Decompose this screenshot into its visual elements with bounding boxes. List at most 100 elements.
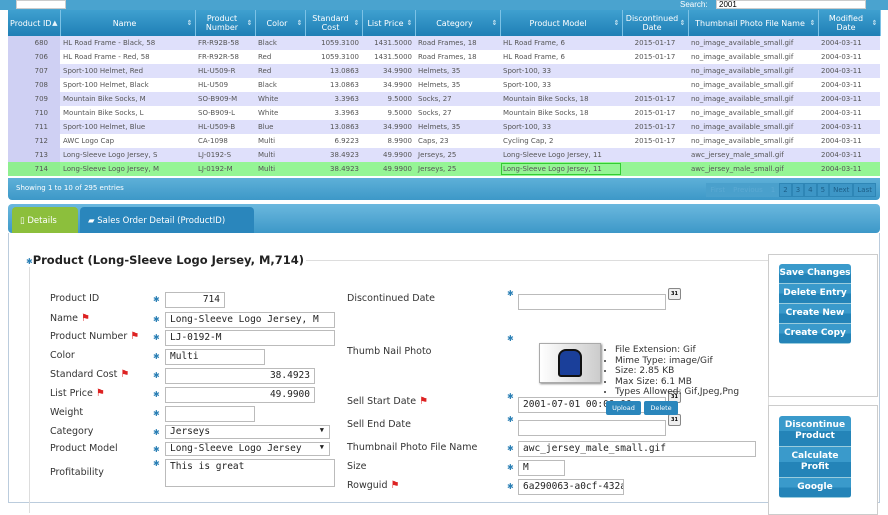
table-cell: 2004-03-11: [818, 106, 880, 120]
column-header[interactable]: List Price ⇕: [362, 10, 416, 36]
rowguid-input[interactable]: 6a290063-a0cf-432a: [518, 479, 624, 495]
column-header[interactable]: Thumbnail Photo File Name ⇕: [688, 10, 819, 36]
table-row[interactable]: 711 Sport-100 Helmet, Blue HL-U509-B Blue 13…: [8, 120, 880, 134]
page-button[interactable]: 4: [804, 183, 817, 197]
gear-icon[interactable]: ✱: [153, 315, 160, 324]
page-button[interactable]: Previous: [729, 183, 767, 197]
column-header[interactable]: Color ⇕: [255, 10, 306, 36]
delete-photo-button[interactable]: Delete: [644, 401, 678, 415]
gear-icon[interactable]: ✱: [153, 333, 160, 342]
table-row[interactable]: 709 Mountain Bike Socks, M SO-B909-M White 3…: [8, 92, 880, 106]
weight-input[interactable]: [165, 406, 255, 422]
search-input[interactable]: [716, 0, 866, 9]
column-header[interactable]: Name ⇕: [60, 10, 196, 36]
name-input[interactable]: Long-Sleeve Logo Jersey, M: [165, 312, 335, 328]
table-cell: 2004-03-11: [818, 120, 880, 134]
delete-entry-button[interactable]: Delete Entry: [779, 284, 851, 304]
table-cell: 2015-01-17: [622, 134, 688, 148]
page-length-input[interactable]: [16, 0, 66, 9]
table-cell: Multi: [255, 148, 305, 162]
gear-icon[interactable]: ✱: [507, 334, 514, 343]
gear-icon[interactable]: ✱: [507, 482, 514, 491]
calendar-icon[interactable]: 31: [668, 414, 681, 426]
page-button[interactable]: 2: [779, 183, 792, 197]
discontinued_date-input[interactable]: [518, 294, 666, 310]
category-select[interactable]: Jerseys ▼: [165, 425, 330, 439]
table-row[interactable]: 680 HL Road Frame - Black, 58 FR-R92B-58 Bl…: [8, 36, 880, 50]
table-row[interactable]: 714 Long-Sleeve Logo Jersey, M LJ-0192-M Mu…: [8, 162, 880, 176]
gear-icon[interactable]: ✱: [153, 409, 160, 418]
table-cell: Socks, 27: [415, 106, 500, 120]
page-button[interactable]: 3: [791, 183, 805, 197]
table-cell: Sport-100, 33: [500, 64, 622, 78]
list_price-input[interactable]: 49.9900: [165, 387, 315, 403]
gear-icon[interactable]: ✱: [153, 459, 160, 468]
gear-icon[interactable]: ✱: [153, 428, 160, 437]
page-button[interactable]: Next: [829, 183, 854, 197]
table-row[interactable]: 706 HL Road Frame - Red, 58 FR-R92R-58 Red 1…: [8, 50, 880, 64]
table-row[interactable]: 710 Mountain Bike Socks, L SO-B909-L White 3…: [8, 106, 880, 120]
profitability-textarea[interactable]: This is great: [165, 459, 335, 487]
save-changes-button[interactable]: Save Changes: [779, 264, 851, 284]
table-row[interactable]: 713 Long-Sleeve Logo Jersey, S LJ-0192-S Mu…: [8, 148, 880, 162]
column-header[interactable]: Product Model ⇕: [500, 10, 623, 36]
calculate-profit-button[interactable]: Calculate Profit: [779, 447, 851, 478]
calendar-icon[interactable]: 31: [668, 288, 681, 300]
table-cell: no_image_available_small.gif: [688, 92, 818, 106]
table-row[interactable]: 712 AWC Logo Cap CA-1098 Multi 6.9223 8.9900 C…: [8, 134, 880, 148]
column-header[interactable]: Modified Date ⇕: [818, 10, 881, 36]
page-button[interactable]: Last: [853, 183, 876, 197]
table-cell: Jerseys, 25: [415, 162, 500, 176]
discontinue-product-button[interactable]: Discontinue Product: [779, 416, 851, 447]
create-copy-button[interactable]: Create Copy: [779, 324, 851, 344]
standard_cost-input[interactable]: 38.4923: [165, 368, 315, 384]
column-header[interactable]: Product Number ⇕: [195, 10, 256, 36]
table-cell: [622, 148, 688, 162]
create-new-button[interactable]: Create New: [779, 304, 851, 324]
table-cell: 707: [8, 64, 60, 78]
column-header[interactable]: Standard Cost ⇕: [305, 10, 363, 36]
gear-icon[interactable]: ✱: [507, 444, 514, 453]
gear-icon[interactable]: ✱: [507, 289, 514, 298]
table-cell: Sport-100, 33: [500, 78, 622, 92]
gear-icon[interactable]: ✱: [153, 352, 160, 361]
table-cell: Mountain Bike Socks, M: [60, 92, 195, 106]
table-cell: Helmets, 35: [415, 78, 500, 92]
table-row[interactable]: 707 Sport-100 Helmet, Red HL-U509-R Red 13.0…: [8, 64, 880, 78]
gear-icon[interactable]: ✱: [153, 371, 160, 380]
thumb_file-input[interactable]: awc_jersey_male_small.gif: [518, 441, 756, 457]
table-cell: no_image_available_small.gif: [688, 78, 818, 92]
upload-button[interactable]: Upload: [606, 401, 641, 415]
gear-icon[interactable]: ✱: [153, 295, 160, 304]
table-cell: LJ-0192-S: [195, 148, 255, 162]
tab-sales-order-detail[interactable]: ▰ Sales Order Detail (ProductID): [80, 207, 254, 233]
gear-icon[interactable]: ✱: [153, 390, 160, 399]
table-cell: 38.4923: [305, 148, 362, 162]
column-header[interactable]: Discontinued Date ⇕: [622, 10, 689, 36]
gear-icon[interactable]: ✱: [507, 463, 514, 472]
column-header[interactable]: Product ID ▲: [8, 10, 61, 36]
table-row[interactable]: 708 Sport-100 Helmet, Black HL-U509 Black 13…: [8, 78, 880, 92]
gear-icon[interactable]: ✱: [507, 392, 514, 401]
table-cell: Caps, 23: [415, 134, 500, 148]
sort-icon: ⇕: [871, 19, 878, 27]
page-button[interactable]: 1: [766, 183, 780, 197]
gear-icon[interactable]: ✱: [507, 415, 514, 424]
sell_end-input[interactable]: [518, 420, 666, 436]
product_model-select[interactable]: Long-Sleeve Logo Jersey ▼: [165, 442, 330, 456]
page-button[interactable]: First: [706, 183, 730, 197]
size-input[interactable]: M: [518, 460, 565, 476]
google-button[interactable]: Google: [779, 478, 851, 498]
product_id-input[interactable]: 714: [165, 292, 225, 308]
table-cell: AWC Logo Cap: [60, 134, 195, 148]
page-button[interactable]: 5: [816, 183, 830, 197]
product_number-input[interactable]: LJ-0192-M: [165, 330, 335, 346]
gear-icon[interactable]: ✱: [153, 445, 160, 454]
column-label: Product Model: [529, 18, 587, 28]
table-cell: 2004-03-11: [818, 64, 880, 78]
name-label: Name ⚑: [50, 313, 90, 324]
table-cell: 2004-03-11: [818, 134, 880, 148]
tab-details[interactable]: ▯ Details: [12, 207, 78, 233]
color-input[interactable]: Multi: [165, 349, 265, 365]
column-header[interactable]: Category ⇕: [415, 10, 501, 36]
